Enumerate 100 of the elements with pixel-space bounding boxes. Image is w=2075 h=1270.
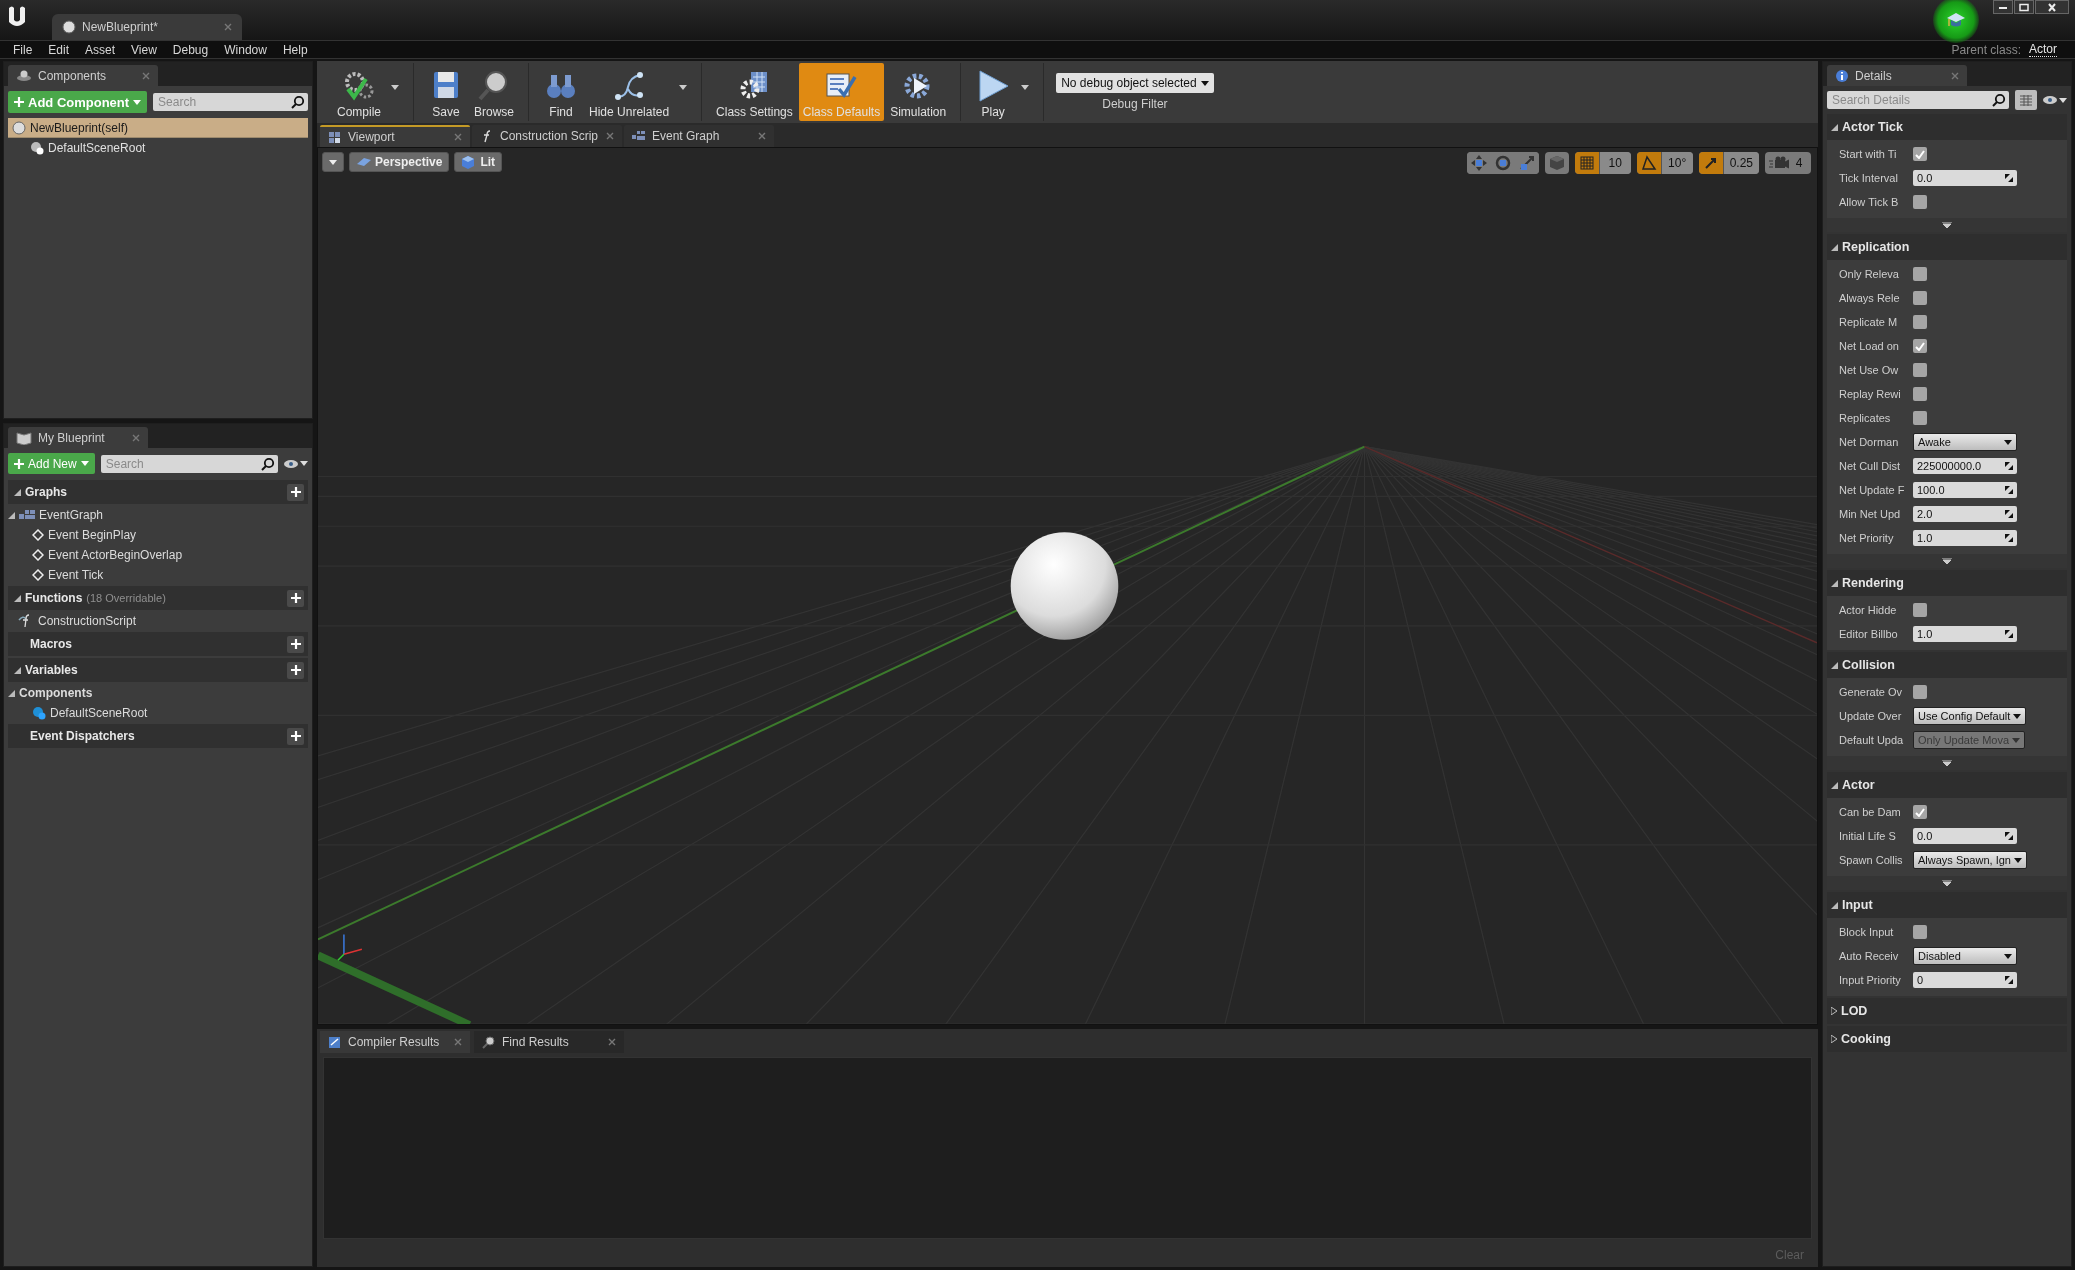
- checkbox[interactable]: [1913, 805, 1927, 819]
- menu-item[interactable]: Asset: [77, 42, 124, 57]
- toolbar-button[interactable]: Simulation: [886, 63, 951, 121]
- toolbar-button[interactable]: Browse: [470, 63, 519, 121]
- document-tab[interactable]: NewBlueprint*: [52, 14, 242, 40]
- category-header[interactable]: Actor: [1827, 772, 2067, 798]
- viewport[interactable]: Perspective Lit 10 10° 0.25 4: [317, 147, 1818, 1025]
- search-icon[interactable]: [1992, 93, 2006, 107]
- add-button[interactable]: [287, 635, 304, 653]
- dropdown[interactable]: Awake: [1913, 433, 2017, 451]
- search-field[interactable]: Search Details: [1827, 91, 2009, 109]
- view-mode-button[interactable]: Perspective: [349, 152, 450, 172]
- category-label[interactable]: Components: [8, 683, 308, 703]
- close-icon[interactable]: [608, 1038, 616, 1046]
- checkbox[interactable]: [1913, 387, 1927, 401]
- tree-item[interactable]: DefaultSceneRoot: [8, 138, 308, 158]
- tree-item[interactable]: Event ActorBeginOverlap: [8, 545, 308, 565]
- checkbox[interactable]: [1913, 685, 1927, 699]
- add-button[interactable]: [287, 483, 304, 501]
- debug-object-dropdown[interactable]: No debug object selected: [1056, 73, 1214, 93]
- panel-tab[interactable]: Details: [1827, 65, 1967, 86]
- view-mode-button[interactable]: Lit: [454, 152, 503, 172]
- visibility-button[interactable]: [2043, 95, 2067, 105]
- snap-value-button[interactable]: 10: [1598, 152, 1631, 174]
- snap-toggle[interactable]: [1636, 152, 1661, 174]
- checkbox[interactable]: [1913, 925, 1927, 939]
- number-field[interactable]: 0: [1913, 972, 2017, 988]
- collapse-arrow-icon[interactable]: [8, 689, 15, 697]
- toolbar-button[interactable]: Save: [424, 63, 468, 121]
- close-icon[interactable]: [758, 132, 766, 140]
- editor-tab[interactable]: Construction Scrip: [472, 125, 622, 147]
- panel-tab[interactable]: Find Results: [474, 1031, 624, 1053]
- tree-item[interactable]: ConstructionScript: [8, 611, 308, 631]
- collapse-arrow-icon[interactable]: [14, 488, 21, 496]
- category-header[interactable]: Replication: [1827, 234, 2067, 260]
- search-icon[interactable]: [261, 456, 275, 471]
- close-icon[interactable]: [224, 23, 232, 31]
- menu-item[interactable]: Debug: [164, 42, 217, 57]
- section-header[interactable]: Macros: [8, 632, 308, 656]
- collapse-arrow-icon[interactable]: [1831, 243, 1838, 251]
- search-field[interactable]: Search: [100, 454, 278, 473]
- add-button[interactable]: [287, 661, 304, 679]
- checkbox[interactable]: [1913, 315, 1927, 329]
- close-icon[interactable]: [454, 133, 462, 141]
- expand-arrow-icon[interactable]: [1831, 1035, 1837, 1043]
- snap-value-button[interactable]: 10°: [1660, 152, 1693, 174]
- category-header[interactable]: LOD: [1827, 998, 2067, 1024]
- section-header[interactable]: Event Dispatchers: [8, 724, 308, 748]
- checkbox[interactable]: [1913, 339, 1927, 353]
- close-icon[interactable]: [142, 71, 150, 80]
- number-field[interactable]: 225000000.0: [1913, 458, 2017, 474]
- search-icon[interactable]: [291, 95, 305, 109]
- close-button[interactable]: [2035, 0, 2069, 14]
- options-button[interactable]: [322, 152, 344, 172]
- collapse-arrow-icon[interactable]: [1831, 901, 1838, 909]
- checkbox[interactable]: [1913, 603, 1927, 617]
- number-field[interactable]: 1.0: [1913, 626, 2017, 642]
- tree-item[interactable]: NewBlueprint(self): [8, 118, 308, 138]
- dropdown[interactable]: Use Config Default: [1913, 707, 2027, 725]
- collapse-arrow-icon[interactable]: [1831, 661, 1838, 669]
- category-header[interactable]: Actor Tick: [1827, 114, 2067, 140]
- toolbar-button[interactable]: Compile: [333, 63, 385, 121]
- dropdown[interactable]: Always Spawn, Ign: [1913, 851, 2027, 869]
- checkbox[interactable]: [1913, 291, 1927, 305]
- search-field[interactable]: Search: [153, 93, 308, 111]
- category-header[interactable]: Input: [1827, 892, 2067, 918]
- snap-toggle[interactable]: [1698, 152, 1723, 174]
- visibility-button[interactable]: [284, 458, 308, 469]
- section-header[interactable]: Functions (18 Overridable): [8, 586, 308, 610]
- collapse-arrow-icon[interactable]: [1831, 579, 1838, 587]
- editor-tab[interactable]: Event Graph: [624, 125, 774, 147]
- view-options-button[interactable]: [2015, 90, 2037, 110]
- add-button[interactable]: [287, 727, 304, 745]
- panel-tab[interactable]: Components: [8, 65, 158, 86]
- collapse-arrow-icon[interactable]: [1831, 123, 1838, 131]
- panel-tab[interactable]: My Blueprint: [8, 427, 148, 448]
- number-field[interactable]: 0.0: [1913, 828, 2017, 844]
- checkbox[interactable]: [1913, 363, 1927, 377]
- number-field[interactable]: 1.0: [1913, 530, 2017, 546]
- dropdown[interactable]: Disabled: [1913, 947, 2017, 965]
- close-icon[interactable]: [606, 132, 614, 140]
- number-field[interactable]: 0.0: [1913, 170, 2017, 186]
- category-header[interactable]: Cooking: [1827, 1026, 2067, 1052]
- tree-item[interactable]: Event Tick: [8, 565, 308, 585]
- menu-item[interactable]: View: [123, 42, 165, 57]
- checkbox[interactable]: [1913, 147, 1927, 161]
- toolbar-button[interactable]: Play: [971, 63, 1016, 121]
- editor-tab[interactable]: Viewport: [320, 125, 470, 147]
- checkbox[interactable]: [1913, 195, 1927, 209]
- add-button[interactable]: [287, 589, 304, 607]
- panel-tab[interactable]: Compiler Results: [320, 1031, 470, 1053]
- number-field[interactable]: 2.0: [1913, 506, 2017, 522]
- collapse-arrow-icon[interactable]: [14, 666, 21, 674]
- collapse-arrow-icon[interactable]: [14, 594, 21, 602]
- menu-item[interactable]: Help: [274, 42, 316, 57]
- menu-item[interactable]: File: [8, 42, 41, 57]
- minimize-button[interactable]: [1993, 0, 2013, 14]
- menu-item[interactable]: Window: [216, 42, 275, 57]
- checkbox[interactable]: [1913, 267, 1927, 281]
- number-field[interactable]: 100.0: [1913, 482, 2017, 498]
